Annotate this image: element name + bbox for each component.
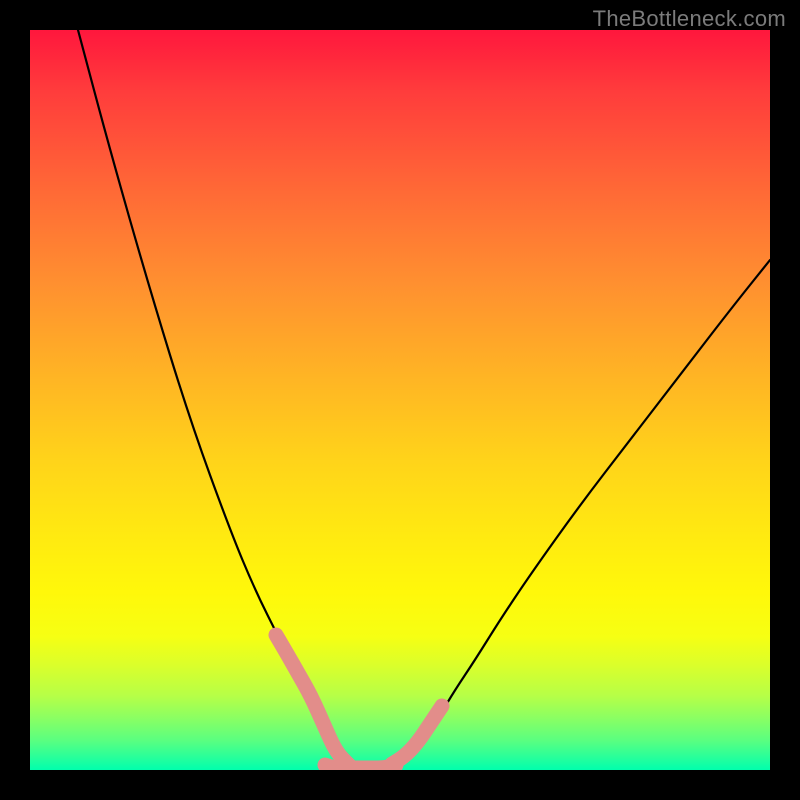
- left-curve: [78, 30, 355, 768]
- watermark-text: TheBottleneck.com: [593, 6, 786, 32]
- plot-area: [30, 30, 770, 770]
- right-curve: [380, 260, 770, 768]
- curve-layer: [30, 30, 770, 770]
- right-highlight: [392, 706, 442, 764]
- left-highlight: [276, 635, 350, 766]
- chart-frame: TheBottleneck.com: [0, 0, 800, 800]
- flat-bottom-highlight: [325, 765, 396, 768]
